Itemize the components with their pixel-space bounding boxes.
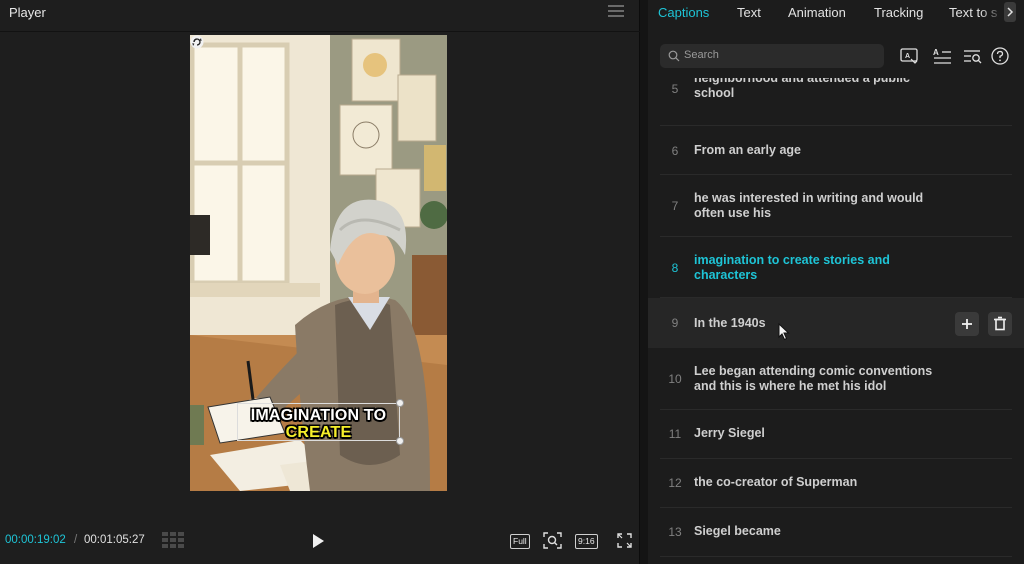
caption-row[interactable]: 10 Lee began attending comic conventions… <box>660 348 1012 410</box>
tab-animation[interactable]: Animation <box>788 5 846 20</box>
player-controls: 00:00:19:02 / 00:01:05:27 Full 9:16 <box>0 524 640 558</box>
tab-text[interactable]: Text <box>737 5 761 20</box>
caption-text[interactable]: the co-creator of Superman <box>694 475 934 490</box>
caption-number: 13 <box>668 525 682 539</box>
caption-row[interactable]: 12 the co-creator of Superman <box>660 459 1012 508</box>
caption-number: 10 <box>668 372 682 386</box>
current-time: 00:00:19:02 <box>5 534 66 546</box>
caption-list: 5 neighborhood and attended a public sch… <box>648 78 1024 564</box>
caption-number: 8 <box>671 261 679 275</box>
caption-text[interactable]: imagination to create stories and charac… <box>694 253 934 282</box>
tab-bar: Captions Text Animation Tracking Text to… <box>648 0 1024 26</box>
player-panel: Player IMAGINATION TO CREATE 00:00:19:02… <box>0 0 640 564</box>
find-replace-icon[interactable] <box>962 46 982 66</box>
subtitle-selection-box[interactable]: IMAGINATION TO CREATE <box>237 399 404 445</box>
svg-text:A: A <box>905 53 910 60</box>
player-header: Player <box>0 0 640 32</box>
caption-row[interactable]: 6 From an early age <box>660 126 1012 175</box>
captions-panel: Captions Text Animation Tracking Text to… <box>648 0 1024 564</box>
chevron-right-icon <box>1007 7 1014 17</box>
timeline-grid-icon[interactable] <box>162 532 184 549</box>
caption-row-hovered[interactable]: 9 In the 1940s <box>648 298 1024 348</box>
tabs-scroll-right-button[interactable] <box>1004 2 1016 22</box>
total-time: 00:01:05:27 <box>84 534 145 546</box>
zoom-fit-icon[interactable] <box>543 532 562 549</box>
caption-number: 6 <box>671 144 679 158</box>
caption-number: 12 <box>668 476 682 490</box>
fullscreen-icon[interactable] <box>617 532 632 549</box>
resize-handle-top-right[interactable] <box>396 399 404 407</box>
caption-number: 11 <box>668 427 682 441</box>
caption-text[interactable]: neighborhood and attended a public schoo… <box>694 78 934 100</box>
caption-text[interactable]: Lee began attending comic conventions an… <box>694 364 944 393</box>
caption-text[interactable]: In the 1940s <box>694 316 934 331</box>
caption-row[interactable]: 7 he was interested in writing and would… <box>660 175 1012 237</box>
full-quality-button[interactable]: Full <box>510 534 530 549</box>
player-title: Player <box>9 5 46 20</box>
caption-text[interactable]: he was interested in writing and would o… <box>694 191 934 220</box>
play-icon[interactable] <box>311 533 325 549</box>
text-sort-icon[interactable]: A <box>932 46 952 66</box>
search-field[interactable]: Search <box>660 44 884 68</box>
caption-text[interactable]: Siegel became <box>694 524 934 539</box>
search-icon <box>668 50 680 62</box>
caption-style-icon[interactable]: A <box>899 46 919 66</box>
tab-tracking[interactable]: Tracking <box>874 5 923 20</box>
caption-number: 5 <box>671 82 679 96</box>
tab-fade <box>980 0 1004 24</box>
caption-text[interactable]: Jerry Siegel <box>694 426 934 441</box>
tab-captions[interactable]: Captions <box>658 5 709 20</box>
caption-row[interactable]: 11 Jerry Siegel <box>660 410 1012 459</box>
trash-icon <box>994 316 1006 331</box>
add-caption-button[interactable] <box>955 312 979 336</box>
resize-handle-bottom-right[interactable] <box>396 437 404 445</box>
plus-icon <box>962 319 972 329</box>
subtitle-line-1: IMAGINATION TO <box>250 407 387 424</box>
help-icon[interactable] <box>990 46 1010 66</box>
caption-number: 7 <box>671 199 679 213</box>
caption-number: 9 <box>671 316 679 330</box>
time-separator: / <box>74 534 78 546</box>
menu-icon[interactable] <box>608 5 624 19</box>
delete-caption-button[interactable] <box>988 312 1012 336</box>
video-preview[interactable]: IMAGINATION TO CREATE <box>190 35 447 491</box>
rotate-icon[interactable] <box>190 35 204 49</box>
mouse-cursor-icon <box>778 323 790 341</box>
caption-row[interactable]: 5 neighborhood and attended a public sch… <box>660 78 1012 126</box>
caption-row-active[interactable]: 8 imagination to create stories and char… <box>660 237 1012 298</box>
search-placeholder: Search <box>684 49 719 61</box>
caption-text[interactable]: From an early age <box>694 143 934 158</box>
svg-text:A: A <box>933 48 939 57</box>
subtitle-line-2: CREATE <box>285 424 352 441</box>
caption-row[interactable]: 13 Siegel became <box>660 508 1012 557</box>
aspect-ratio-button[interactable]: 9:16 <box>575 534 598 549</box>
